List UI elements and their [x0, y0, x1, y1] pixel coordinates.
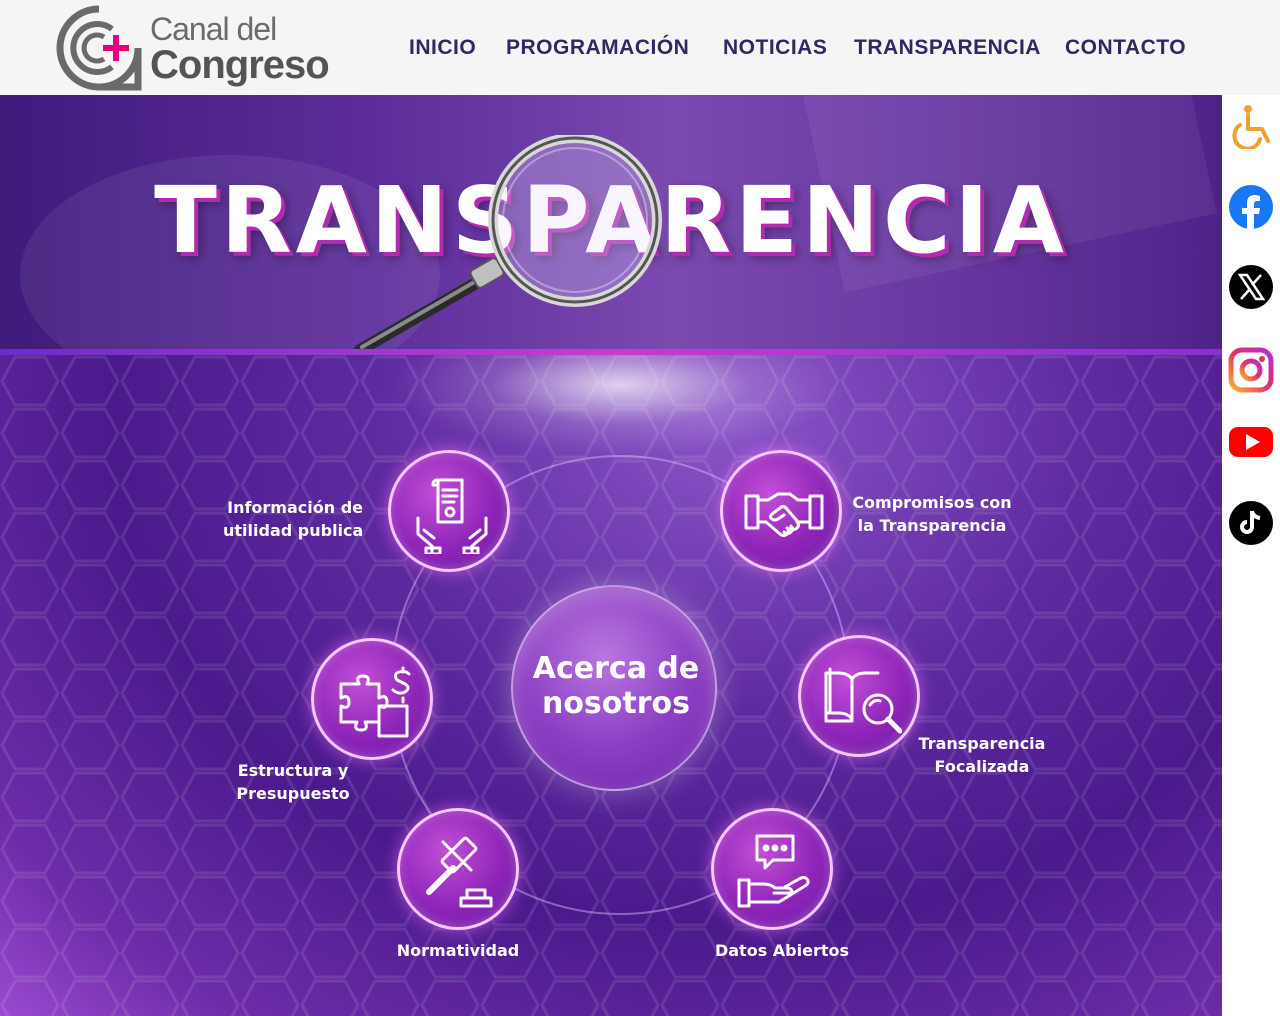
compromisos-transparencia-label[interactable]: Compromisos con la Transparencia [852, 491, 1012, 537]
logo-text-bottom: Congreso [150, 43, 330, 87]
instagram-icon [1228, 347, 1274, 393]
center-label-line1: Acerca de [532, 651, 700, 686]
nav-inicio[interactable]: INICIO [409, 36, 476, 60]
compromisos-transparencia-button[interactable] [720, 450, 842, 572]
tiktok-icon [1229, 501, 1273, 545]
document-hands-icon [416, 478, 488, 554]
accessibility-button[interactable] [1228, 103, 1274, 151]
facebook-link[interactable] [1228, 184, 1274, 230]
informacion-utilidad-publica-label[interactable]: Información de utilidad publica [223, 496, 363, 542]
magnifier-icon [354, 135, 662, 353]
book-magnifier-icon [824, 667, 902, 734]
x-link[interactable] [1228, 264, 1274, 310]
datos-abiertos-label[interactable]: Datos Abiertos [702, 939, 862, 962]
informacion-utilidad-publica-button[interactable] [388, 450, 510, 572]
instagram-link[interactable] [1228, 347, 1274, 393]
transparencia-focalizada-button[interactable] [798, 635, 920, 757]
chat-hand-icon [737, 834, 810, 908]
puzzle-dollar-icon [339, 666, 411, 738]
acerca-de-nosotros-button[interactable]: Acerca de nosotros [511, 585, 717, 791]
social-sidebar [1222, 95, 1280, 1016]
nav-programacion[interactable]: PROGRAMACIÓN [506, 36, 689, 60]
hero-banner: TRANSPARENCIA [0, 95, 1222, 353]
nav-noticias[interactable]: NOTICIAS [723, 36, 827, 60]
nav-transparencia[interactable]: TRANSPARENCIA [854, 36, 1041, 60]
transparencia-focalizada-label[interactable]: Transparencia Focalizada [918, 732, 1046, 778]
center-label-line2: nosotros [541, 686, 691, 721]
handshake-icon [744, 492, 824, 537]
tiktok-link[interactable] [1228, 500, 1274, 546]
youtube-link[interactable] [1228, 419, 1274, 465]
normatividad-button[interactable] [397, 808, 519, 930]
canal-del-congreso-logo[interactable]: Canal del Congreso [56, 5, 356, 93]
logo-mark-icon [56, 5, 142, 91]
normatividad-label[interactable]: Normatividad [378, 939, 538, 962]
transparency-section: Acerca de nosotros Información de utilid… [0, 355, 1222, 1016]
estructura-presupuesto-label[interactable]: Estructura y Presupuesto [226, 759, 360, 805]
datos-abiertos-button[interactable] [711, 808, 833, 930]
gavel-icon [426, 836, 493, 908]
facebook-icon [1229, 185, 1273, 229]
site-header: Canal del Congreso INICIO PROGRAMACIÓN N… [0, 0, 1280, 95]
x-icon [1229, 265, 1273, 309]
accessibility-icon [1232, 105, 1270, 151]
nav-contacto[interactable]: CONTACTO [1065, 36, 1186, 60]
youtube-icon [1229, 427, 1273, 457]
estructura-presupuesto-button[interactable] [311, 638, 433, 760]
